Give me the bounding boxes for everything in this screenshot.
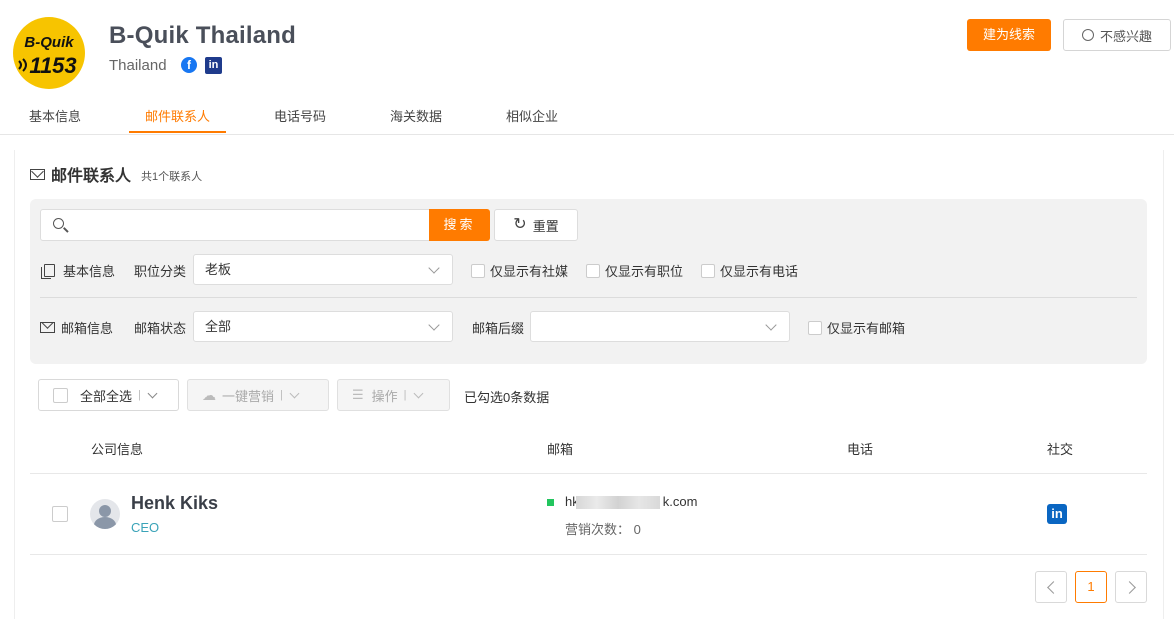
- cloud-upload-icon: ☁: [202, 386, 216, 403]
- email-status-select[interactable]: 全部: [193, 311, 453, 342]
- position-category-value: 老板: [205, 262, 232, 277]
- contact-title: CEO: [131, 520, 160, 535]
- only-email-checkbox[interactable]: 仅显示有邮箱: [808, 318, 905, 337]
- tab-similar-companies[interactable]: 相似企业: [506, 106, 558, 125]
- tab-bar: 基本信息 邮件联系人 电话号码 海关数据 相似企业: [0, 96, 1174, 135]
- marketing-count: 营销次数： 0: [565, 522, 641, 537]
- row-checkbox[interactable]: [52, 506, 68, 522]
- contact-count: 共1个联系人: [141, 171, 203, 183]
- envelope-icon: [40, 322, 55, 333]
- section-title: 邮件联系人: [51, 168, 132, 185]
- filter-divider: [40, 297, 1137, 298]
- create-lead-button[interactable]: 建为线索: [967, 19, 1051, 51]
- avatar: [90, 499, 120, 529]
- column-header-email: 邮箱: [547, 442, 574, 457]
- only-social-label: 仅显示有社媒: [490, 264, 569, 279]
- email-suffix: k.com: [662, 494, 698, 509]
- one-click-marketing-label: 一键营销: [222, 388, 275, 404]
- list-icon: ☰: [352, 387, 364, 402]
- email-status-label: 邮箱状态: [134, 321, 187, 336]
- one-click-marketing-button[interactable]: ☁ 一键营销 |: [187, 379, 329, 411]
- tab-email-contacts[interactable]: 邮件联系人: [145, 106, 210, 125]
- not-interested-button[interactable]: 不感兴趣: [1063, 19, 1171, 51]
- checkbox-box[interactable]: [808, 320, 822, 335]
- table-divider: [30, 473, 1147, 474]
- column-header-phone: 电话: [847, 442, 874, 457]
- reset-button[interactable]: ↻ 重置: [494, 209, 578, 241]
- logo-text-1: B-Quik: [24, 34, 74, 51]
- position-category-label: 职位分类: [134, 264, 187, 279]
- tab-customs-data[interactable]: 海关数据: [390, 106, 442, 125]
- checkbox-box[interactable]: [471, 263, 485, 278]
- email-suffix-select[interactable]: [530, 311, 790, 342]
- linkedin-icon[interactable]: in: [205, 57, 222, 74]
- section-header: 邮件联系人 共1个联系人: [30, 162, 202, 186]
- table-divider: [30, 554, 1147, 555]
- linkedin-icon[interactable]: in: [1047, 504, 1067, 524]
- tab-phone-numbers[interactable]: 电话号码: [274, 106, 326, 125]
- search-icon: [53, 218, 64, 229]
- prev-page-button[interactable]: [1035, 571, 1067, 603]
- tab-basic-info[interactable]: 基本信息: [29, 106, 81, 125]
- active-tab-indicator: [129, 131, 226, 133]
- reset-label: 重置: [532, 218, 559, 234]
- facebook-icon[interactable]: f: [181, 57, 197, 73]
- operations-label: 操作: [371, 388, 398, 404]
- chevron-down-icon: [289, 388, 300, 398]
- only-phone-label: 仅显示有电话: [720, 264, 799, 279]
- page-button[interactable]: 1: [1075, 571, 1107, 603]
- company-country: Thailand: [109, 57, 167, 74]
- operations-button[interactable]: ☰ 操作 |: [337, 379, 450, 411]
- contact-name[interactable]: Henk Kiks: [131, 493, 218, 514]
- only-position-checkbox[interactable]: 仅显示有职位: [586, 261, 683, 280]
- checkbox-box[interactable]: [586, 263, 600, 278]
- column-header-social: 社交: [1047, 442, 1074, 457]
- email-redaction: [576, 496, 660, 509]
- select-all-label: 全部全选: [80, 388, 133, 404]
- only-email-label: 仅显示有邮箱: [827, 321, 906, 336]
- basic-info-text: 基本信息: [63, 264, 116, 279]
- only-social-checkbox[interactable]: 仅显示有社媒: [471, 261, 568, 280]
- document-icon: [41, 264, 55, 279]
- only-position-label: 仅显示有职位: [605, 264, 684, 279]
- next-page-button[interactable]: [1115, 571, 1147, 603]
- chevron-down-icon: [428, 262, 440, 274]
- logo-text-2: 1153: [29, 53, 76, 78]
- select-all-dropdown[interactable]: 全部全选 |: [38, 379, 179, 411]
- email-suffix-label: 邮箱后缀: [472, 321, 525, 336]
- checkbox-box[interactable]: [701, 263, 715, 278]
- basic-info-label: 基本信息: [40, 261, 115, 280]
- face-icon: [1081, 29, 1094, 41]
- mail-icon: [30, 168, 45, 180]
- search-input[interactable]: [40, 209, 430, 241]
- company-name: B-Quik Thailand: [109, 22, 297, 49]
- position-category-select[interactable]: 老板: [193, 254, 453, 285]
- chevron-right-icon: [1122, 581, 1136, 594]
- chevron-down-icon: [428, 319, 440, 331]
- company-logo: B-Quik 1153: [13, 17, 85, 89]
- email-status-value: 全部: [205, 319, 232, 334]
- chevron-down-icon: [413, 388, 423, 398]
- chevron-down-icon: [147, 388, 158, 398]
- select-all-checkbox[interactable]: [53, 387, 68, 403]
- email-info-label: 邮箱信息: [40, 318, 113, 337]
- search-button[interactable]: 搜索: [429, 209, 490, 241]
- chevron-left-icon: [1046, 581, 1060, 594]
- refresh-icon: ↻: [513, 216, 527, 233]
- email-info-text: 邮箱信息: [61, 321, 114, 336]
- chevron-down-icon: [765, 319, 777, 331]
- selected-count: 已勾选0条数据: [464, 390, 550, 405]
- column-header-company: 公司信息: [91, 442, 144, 457]
- email-status-indicator: [547, 499, 554, 506]
- not-interested-label: 不感兴趣: [1099, 28, 1152, 44]
- only-phone-checkbox[interactable]: 仅显示有电话: [701, 261, 798, 280]
